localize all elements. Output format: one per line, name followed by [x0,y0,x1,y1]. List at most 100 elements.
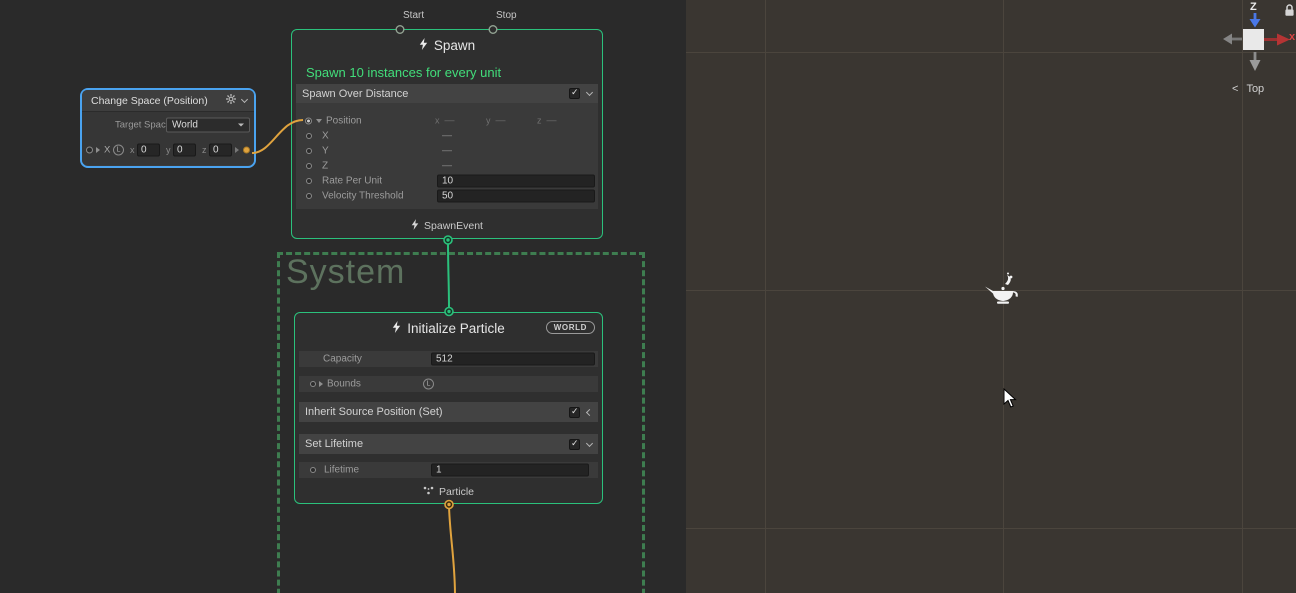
foldout-collapsed-icon[interactable] [96,147,100,153]
block-enabled-checkbox[interactable] [569,88,580,99]
foldout-collapsed-icon[interactable] [319,381,323,387]
rate-per-unit-row[interactable]: Rate Per Unit 10 [296,173,598,188]
position-x-component: x — [435,115,455,126]
y-value-field[interactable]: 0 [173,144,196,157]
chevron-left-icon[interactable] [586,408,593,415]
y-property-row[interactable]: Y — [296,143,598,158]
position-y-component: y — [486,115,506,126]
spawn-over-distance-block-header[interactable]: Spawn Over Distance [296,84,598,103]
gizmo-cube-face[interactable] [1243,29,1264,50]
system-group-label[interactable]: System [286,253,405,292]
property-label: Bounds [327,379,361,390]
vfx-lamp-gizmo-icon[interactable] [984,270,1024,310]
z-value-field[interactable]: 0 [209,144,232,157]
lightning-bolt-icon [411,219,419,233]
spawn-context-node[interactable]: Spawn Spawn 10 instances for every unit … [291,29,603,239]
node-title: Change Space (Position) [91,95,220,107]
target-space-dropdown[interactable]: World [166,118,250,133]
property-value: — [442,130,452,141]
z-axis-arrow-icon[interactable] [1249,13,1261,28]
property-label: Velocity Threshold [322,190,404,201]
dropdown-value: World [172,120,198,131]
output-port[interactable] [243,147,250,154]
negative-axis-arrow-icon[interactable] [1223,33,1242,45]
input-label: X [104,145,110,156]
node-title: Initialize Particle [407,321,505,336]
block-enabled-checkbox[interactable] [569,407,580,418]
position-z-component: z — [537,115,557,126]
axis-z-label[interactable]: Z [1250,1,1257,13]
grid-line [686,52,1296,53]
bounds-row[interactable]: Bounds L [299,376,598,392]
z-property-row[interactable]: Z — [296,158,598,173]
initialize-node-title-bar[interactable]: Initialize Particle WORLD [295,313,602,343]
change-space-node[interactable]: Change Space (Position) Target Space Wor… [80,88,256,168]
lifetime-input-port[interactable] [310,467,316,473]
capacity-row[interactable]: Capacity 512 [299,351,598,367]
property-label: Y [322,145,329,156]
x-input-port[interactable] [306,133,312,139]
property-label: Z [322,160,328,171]
velocity-threshold-field[interactable]: 50 [437,189,595,202]
negative-axis-arrow-icon[interactable] [1249,52,1261,72]
chevron-down-icon[interactable] [586,89,593,96]
vfx-graph-panel[interactable]: System Start Stop Spawn Spawn 10 instanc… [0,0,686,593]
z-input-port[interactable] [306,163,312,169]
lifetime-row[interactable]: Lifetime 1 [299,462,598,478]
world-space-badge[interactable]: WORLD [546,321,595,334]
gear-icon[interactable] [226,94,236,107]
coord-label: x [130,145,135,155]
target-space-label: Target Space [115,120,171,131]
view-mode-label[interactable]: < Top [1232,83,1264,95]
lock-icon[interactable] [1283,3,1296,18]
position-property-row[interactable]: Position x — y — z — [296,113,598,128]
axis-x-label[interactable]: x [1289,31,1295,43]
rate-input-port[interactable] [306,178,312,184]
capacity-field[interactable]: 512 [431,353,595,366]
property-label: Rate Per Unit [322,175,382,186]
inherit-source-position-block[interactable]: Inherit Source Position (Set) [299,402,598,422]
block-title: Inherit Source Position (Set) [305,406,443,418]
target-space-row: Target Space World [82,117,254,133]
block-enabled-checkbox[interactable] [569,439,580,450]
x-input-port[interactable] [86,147,93,154]
position-input-port[interactable] [305,117,312,124]
coord-label: y [166,145,171,155]
x-property-row[interactable]: X — [296,128,598,143]
rate-per-unit-field[interactable]: 10 [437,174,595,187]
velocity-input-port[interactable] [306,193,312,199]
x-axis-arrow-icon[interactable] [1264,33,1292,46]
spawn-node-title-bar[interactable]: Spawn [292,30,602,60]
change-space-header[interactable]: Change Space (Position) [82,90,254,112]
spawn-block-properties: Position x — y — z — X — [296,103,598,209]
lifetime-field[interactable]: 1 [431,464,589,477]
spawn-stop-flow-label: Stop [496,10,517,21]
particle-flow-output[interactable]: Particle [295,486,602,498]
velocity-threshold-row[interactable]: Velocity Threshold 50 [296,188,598,203]
property-label: Capacity [323,354,362,365]
lightning-bolt-icon [392,321,401,336]
lightning-bolt-icon [419,38,428,53]
scene-view[interactable]: Z x < Top [686,0,1296,593]
y-input-port[interactable] [306,148,312,154]
chevron-down-icon[interactable] [241,96,248,103]
property-label: Position [326,115,362,126]
spawn-summary-text: Spawn 10 instances for every unit [292,60,602,84]
flow-output-label: SpawnEvent [424,220,483,232]
chevron-down-icon[interactable] [586,439,593,446]
property-label: X [322,130,329,141]
bounds-input-port[interactable] [310,381,316,387]
dropdown-caret-icon [238,124,244,127]
spawn-start-flow-label: Start [403,10,424,21]
x-value-field[interactable]: 0 [137,144,160,157]
view-menu-chevron: < [1232,83,1238,95]
space-toggle-badge[interactable]: L [113,145,124,156]
spawn-event-flow-output[interactable]: SpawnEvent [292,219,602,233]
block-title: Spawn Over Distance [302,88,408,100]
coord-label: z [202,145,207,155]
set-lifetime-block[interactable]: Set Lifetime [299,434,598,454]
initialize-particle-node[interactable]: Initialize Particle WORLD Capacity 512 B… [294,312,603,504]
space-toggle-badge[interactable]: L [423,379,434,390]
foldout-expanded-icon[interactable] [316,119,322,123]
grid-line [686,528,1296,529]
